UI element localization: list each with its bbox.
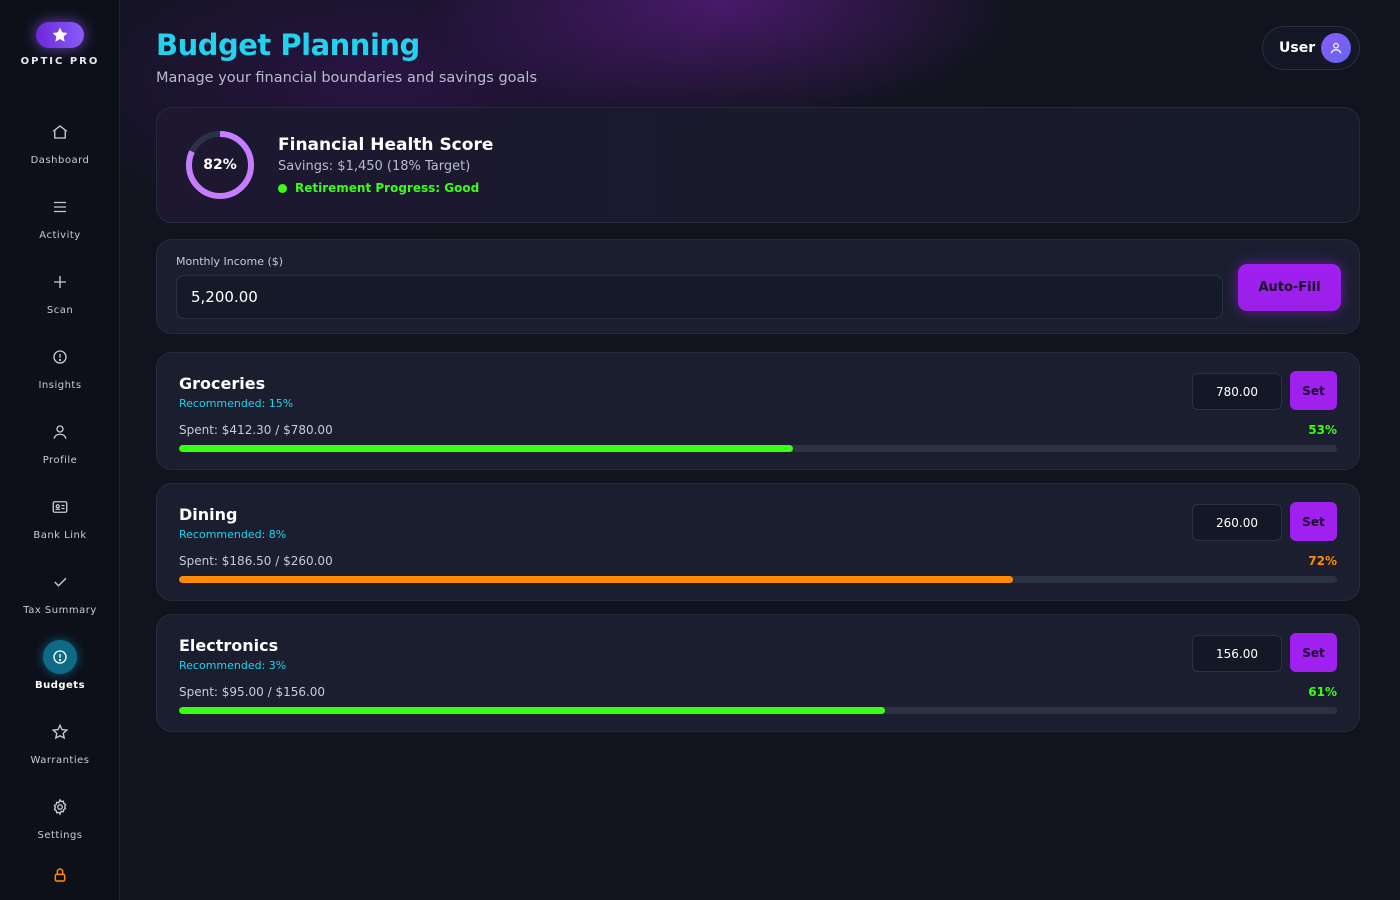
financial-health-card: 82% Financial Health Score Savings: $1,4… — [156, 107, 1360, 223]
auto-fill-button[interactable]: Auto-Fill — [1238, 264, 1341, 311]
budget-spent: Spent: $95.00 / $156.00 — [179, 685, 326, 699]
retirement-status: Retirement Progress: Good — [278, 181, 479, 195]
budget-limit-input[interactable] — [1192, 635, 1282, 672]
health-title: Financial Health Score — [278, 135, 494, 155]
sidebar-item-label: Tax Summary — [23, 605, 97, 616]
logo[interactable]: OPTIC PRO — [0, 22, 120, 67]
plus-icon — [43, 265, 77, 299]
budget-progress-fill — [179, 576, 1013, 583]
health-score-value: 82% — [203, 157, 237, 173]
budget-progress-fill — [179, 707, 886, 714]
sidebar-item-budgets[interactable]: Budgets — [0, 640, 120, 700]
budget-card-dining: Dining Recommended: 8% Set Spent: $186.5… — [156, 483, 1360, 601]
budget-limit-input[interactable] — [1192, 373, 1282, 410]
sidebar-item-label: Scan — [46, 305, 74, 316]
brand-name: OPTIC PRO — [20, 56, 100, 67]
check-icon — [43, 565, 77, 599]
budget-name: Electronics — [179, 636, 279, 655]
set-budget-button[interactable]: Set — [1290, 371, 1337, 410]
budget-recommended: Recommended: 8% — [179, 528, 287, 541]
income-card: Monthly Income ($) Auto-Fill — [156, 239, 1360, 334]
star-icon — [43, 715, 77, 749]
user-avatar-icon — [1321, 33, 1351, 63]
sidebar-item-label: Profile — [42, 455, 78, 466]
sidebar-item-profile[interactable]: Profile — [0, 415, 120, 475]
set-budget-button[interactable]: Set — [1290, 502, 1337, 541]
retirement-status-text: Retirement Progress: Good — [295, 181, 480, 195]
budget-spent: Spent: $186.50 / $260.00 — [179, 554, 333, 568]
sidebar-item-label: Budgets — [34, 680, 86, 691]
budget-card-electronics: Electronics Recommended: 3% Set Spent: $… — [156, 614, 1360, 732]
sidebar-item-bank-link[interactable]: Bank Link — [0, 490, 120, 550]
user-icon — [43, 415, 77, 449]
budget-spent: Spent: $412.30 / $780.00 — [179, 423, 333, 437]
status-dot-icon — [278, 183, 287, 193]
budget-progress-track — [179, 576, 1337, 583]
sidebar-item-activity[interactable]: Activity — [0, 190, 120, 250]
budget-percent: 53% — [1308, 423, 1337, 437]
sidebar-item-insights[interactable]: Insights — [0, 340, 120, 400]
budget-limit-input[interactable] — [1192, 504, 1282, 541]
monthly-income-input[interactable] — [176, 275, 1223, 319]
health-savings: Savings: $1,450 (18% Target) — [278, 159, 471, 174]
page-subtitle: Manage your financial boundaries and sav… — [156, 70, 538, 86]
sidebar-item-label: Warranties — [30, 755, 90, 766]
sidebar-item-tax-summary[interactable]: Tax Summary — [0, 565, 120, 625]
user-name: User — [1279, 40, 1316, 56]
lock-icon[interactable] — [52, 866, 68, 888]
sidebar: OPTIC PRO Dashboard Activity Scan Insigh… — [0, 0, 120, 900]
budget-progress-track — [179, 707, 1337, 714]
info-icon — [43, 640, 77, 674]
sidebar-item-label: Dashboard — [30, 155, 90, 166]
budget-name: Dining — [179, 505, 238, 524]
budget-percent: 61% — [1308, 685, 1337, 699]
star-logo-icon — [36, 22, 84, 48]
set-budget-button[interactable]: Set — [1290, 633, 1337, 672]
sidebar-item-label: Bank Link — [33, 530, 87, 541]
budget-progress-fill — [179, 445, 793, 452]
id-card-icon — [43, 490, 77, 524]
budget-progress-track — [179, 445, 1337, 452]
page-title: Budget Planning — [156, 28, 420, 62]
sidebar-item-settings[interactable]: Settings — [0, 790, 120, 850]
budget-recommended: Recommended: 15% — [179, 397, 294, 410]
budget-recommended: Recommended: 3% — [179, 659, 287, 672]
info-icon — [43, 340, 77, 374]
sidebar-item-warranties[interactable]: Warranties — [0, 715, 120, 775]
gear-icon — [43, 790, 77, 824]
sidebar-item-label: Activity — [39, 230, 81, 241]
menu-icon — [43, 190, 77, 224]
sidebar-item-dashboard[interactable]: Dashboard — [0, 115, 120, 175]
sidebar-item-label: Insights — [38, 380, 82, 391]
home-icon — [43, 115, 77, 149]
budget-card-groceries: Groceries Recommended: 15% Set Spent: $4… — [156, 352, 1360, 470]
budget-percent: 72% — [1308, 554, 1337, 568]
income-label: Monthly Income ($) — [176, 255, 284, 268]
budget-name: Groceries — [179, 374, 266, 393]
sidebar-item-label: Settings — [37, 830, 83, 841]
sidebar-item-scan[interactable]: Scan — [0, 265, 120, 325]
user-menu-button[interactable]: User — [1262, 26, 1360, 70]
